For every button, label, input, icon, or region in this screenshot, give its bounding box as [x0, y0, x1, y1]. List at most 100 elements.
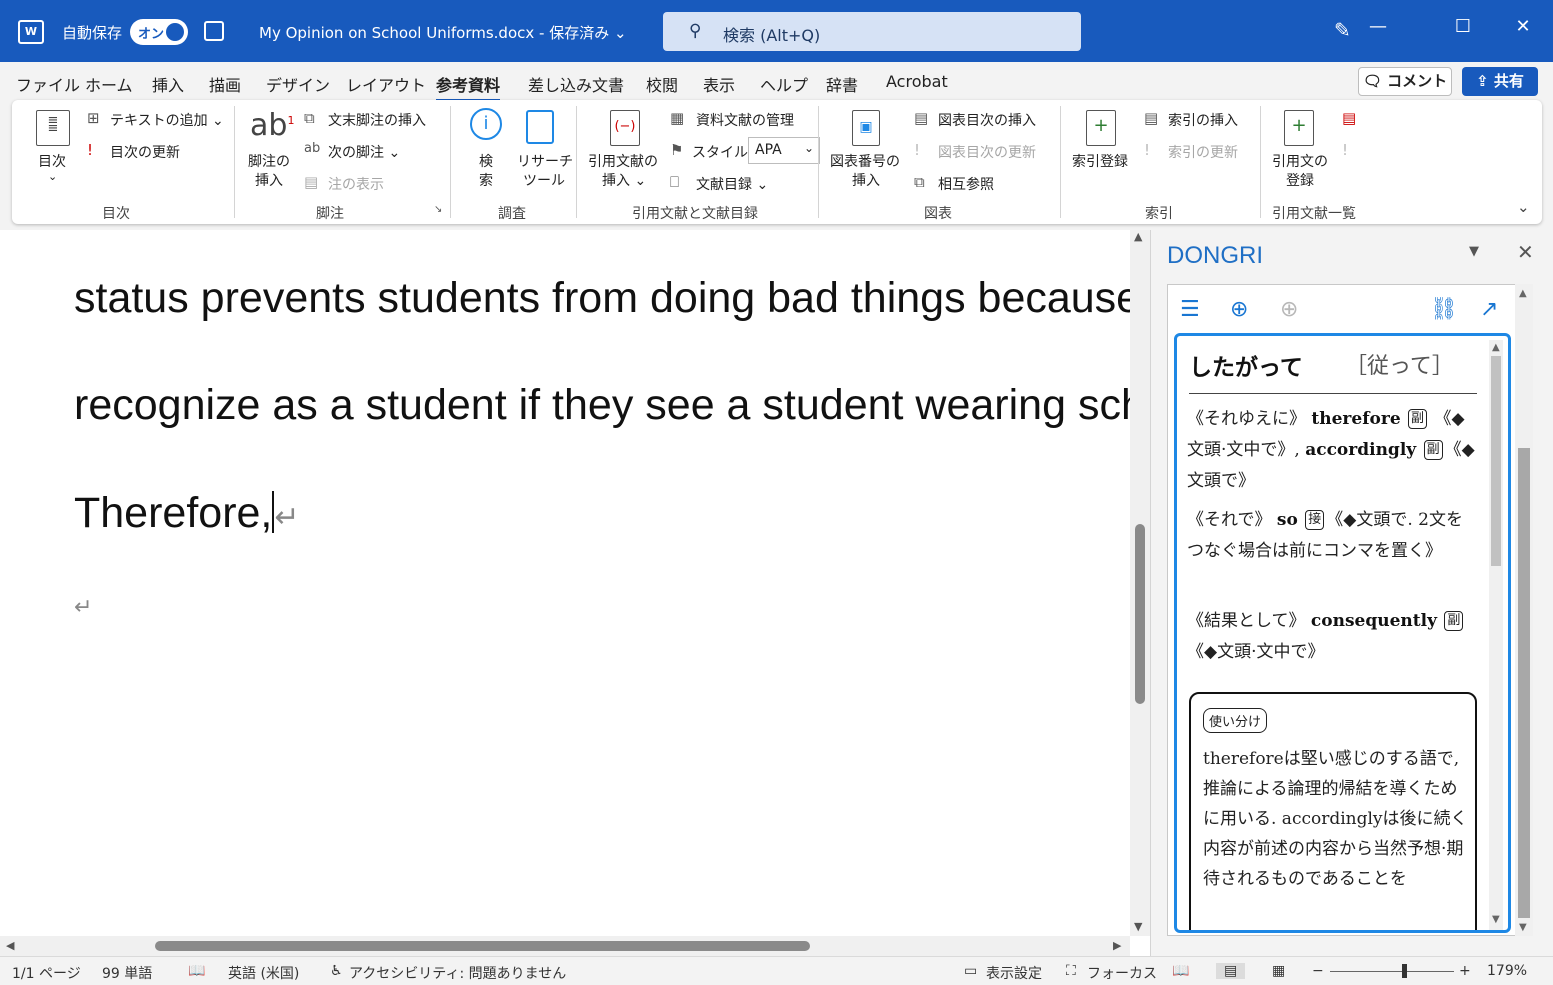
- sense-word[interactable]: accordingly: [1305, 440, 1416, 460]
- separator: [818, 106, 819, 218]
- update-toc-button[interactable]: 目次の更新: [110, 142, 180, 162]
- scroll-down-icon[interactable]: ▼: [1492, 914, 1500, 925]
- link-icon[interactable]: ⛓: [1430, 297, 1458, 322]
- zoom-slider[interactable]: [1330, 971, 1454, 972]
- add-text-button[interactable]: テキストの追加 ⌄: [110, 110, 224, 130]
- manage-sources-button[interactable]: 資料文献の管理: [696, 110, 794, 130]
- web-layout-icon[interactable]: ▦: [1272, 963, 1285, 979]
- zoom-slider-knob[interactable]: [1402, 964, 1407, 978]
- sense-word[interactable]: so: [1277, 510, 1298, 530]
- zoom-out-icon[interactable]: −: [1312, 963, 1324, 979]
- tab-draw[interactable]: 描画: [209, 72, 241, 96]
- tab-references[interactable]: 参考資料: [436, 72, 501, 102]
- zoom-level[interactable]: 179%: [1487, 963, 1527, 979]
- researcher-label-1[interactable]: リサーチ: [517, 151, 573, 171]
- researcher-label-2[interactable]: ツール: [523, 170, 565, 190]
- pane-scrollbar[interactable]: ▲ ▼: [1515, 284, 1533, 936]
- toc-dropdown-icon[interactable]: ⌄: [48, 170, 57, 183]
- insert-caption-label-2[interactable]: 挿入: [852, 170, 880, 190]
- scrollbar-thumb[interactable]: [155, 941, 810, 951]
- tab-acrobat[interactable]: Acrobat: [886, 72, 948, 91]
- scrollbar-thumb[interactable]: [1491, 356, 1501, 566]
- next-footnote-button[interactable]: 次の脚注 ⌄: [328, 142, 400, 162]
- read-mode-icon[interactable]: 📖: [1172, 963, 1189, 979]
- scroll-up-icon[interactable]: ▲: [1519, 288, 1527, 299]
- scroll-left-icon[interactable]: ◀: [6, 939, 14, 952]
- restore-button[interactable]: ☐: [1448, 16, 1478, 37]
- search-label-1[interactable]: 検: [479, 151, 493, 171]
- search-label-2[interactable]: 索: [479, 170, 493, 190]
- accessibility-status[interactable]: アクセシビリティ: 問題ありません: [349, 963, 566, 983]
- insert-tof-button[interactable]: 図表目次の挿入: [938, 110, 1036, 130]
- page-count[interactable]: 1/1 ページ: [12, 963, 81, 983]
- insert-toa-icon[interactable]: ▤: [1342, 109, 1356, 127]
- comment-button[interactable]: 🗨 コメント: [1358, 67, 1452, 96]
- tab-home[interactable]: ホーム: [85, 72, 133, 96]
- minimize-button[interactable]: —: [1363, 16, 1393, 37]
- insert-endnote-button[interactable]: 文末脚注の挿入: [328, 110, 426, 130]
- scroll-down-icon[interactable]: ▼: [1134, 920, 1142, 933]
- tab-help[interactable]: ヘルプ: [760, 72, 808, 96]
- proofing-icon[interactable]: 📖: [188, 963, 205, 979]
- save-icon[interactable]: [204, 21, 224, 41]
- focus-button[interactable]: フォーカス: [1087, 963, 1157, 983]
- scroll-down-icon[interactable]: ▼: [1519, 922, 1527, 933]
- collapse-list-icon[interactable]: ☰: [1180, 297, 1200, 322]
- scrollbar-thumb[interactable]: [1518, 448, 1530, 918]
- toc-button[interactable]: 目次: [38, 151, 66, 171]
- sense-1: 《それゆえに》 therefore 副 《◆文頭·文中で》, according…: [1187, 404, 1479, 497]
- entry-scrollbar[interactable]: ▲ ▼: [1489, 340, 1503, 930]
- scroll-right-icon[interactable]: ▶: [1113, 939, 1121, 952]
- document-horizontal-scrollbar[interactable]: ◀ ▶: [0, 936, 1130, 956]
- share-button[interactable]: ⇪ 共有: [1462, 67, 1538, 96]
- document-vertical-scrollbar[interactable]: ▲ ▼: [1130, 230, 1150, 936]
- separator: [1060, 106, 1061, 218]
- cross-reference-button[interactable]: 相互参照: [938, 174, 994, 194]
- insert-footnote-label-2[interactable]: 挿入: [255, 170, 283, 190]
- zoom-in-icon[interactable]: +: [1459, 963, 1471, 979]
- insert-citation-label-1[interactable]: 引用文献の: [588, 151, 658, 171]
- mark-citation-label-2[interactable]: 登録: [1286, 170, 1314, 190]
- scroll-up-icon[interactable]: ▲: [1492, 342, 1500, 353]
- insert-index-button[interactable]: 索引の挿入: [1168, 110, 1238, 130]
- footnote-dialog-launcher-icon[interactable]: ↘: [434, 204, 442, 215]
- pane-options-icon[interactable]: ▼: [1469, 244, 1479, 259]
- language-indicator[interactable]: 英語 (米国): [228, 963, 299, 983]
- scroll-up-icon[interactable]: ▲: [1134, 230, 1142, 243]
- tab-dictionary[interactable]: 辞書: [826, 72, 858, 96]
- word-count[interactable]: 99 単語: [102, 963, 152, 983]
- open-external-icon[interactable]: ↗: [1480, 297, 1498, 322]
- sense-2: 《それで》 so 接《◆文頭で. 2文をつなぐ場合は前にコンマを置く》: [1187, 505, 1479, 567]
- pane-close-icon[interactable]: ✕: [1517, 240, 1534, 264]
- insert-citation-icon: (−): [610, 110, 640, 146]
- tab-layout[interactable]: レイアウト: [346, 72, 426, 96]
- display-settings-button[interactable]: 表示設定: [986, 963, 1042, 983]
- mark-entry-button[interactable]: 索引登録: [1072, 151, 1128, 171]
- ribbon-collapse-icon[interactable]: ⌄: [1517, 198, 1530, 216]
- insert-index-icon: ▤: [1144, 109, 1159, 127]
- sense-word[interactable]: consequently: [1311, 611, 1437, 631]
- word-logo-icon[interactable]: W: [18, 20, 44, 44]
- document-canvas[interactable]: status prevents students from doing bad …: [0, 230, 1130, 936]
- tab-mailings[interactable]: 差し込み文書: [528, 72, 624, 96]
- tab-design[interactable]: デザイン: [266, 72, 330, 96]
- bibliography-button[interactable]: 文献目録 ⌄: [696, 174, 768, 194]
- scrollbar-thumb[interactable]: [1135, 524, 1145, 704]
- sense-word[interactable]: therefore: [1311, 409, 1400, 429]
- tab-insert[interactable]: 挿入: [152, 72, 184, 96]
- document-title[interactable]: My Opinion on School Uniforms.docx - 保存済…: [259, 22, 627, 43]
- autosave-toggle[interactable]: オン: [130, 19, 188, 45]
- print-layout-icon[interactable]: ▤: [1216, 963, 1246, 979]
- insert-footnote-label-1[interactable]: 脚注の: [248, 151, 290, 171]
- citation-style-select[interactable]: APA ⌄: [748, 137, 820, 164]
- search-box[interactable]: ⚲ 検索 (Alt+Q): [663, 12, 1081, 51]
- close-button[interactable]: ✕: [1508, 16, 1538, 37]
- previous-entry-icon[interactable]: ⊕: [1230, 297, 1248, 322]
- tab-file[interactable]: ファイル: [16, 72, 80, 96]
- tab-view[interactable]: 表示: [703, 72, 735, 96]
- insert-caption-label-1[interactable]: 図表番号の: [830, 151, 900, 171]
- tab-review[interactable]: 校閲: [646, 72, 678, 96]
- pen-icon[interactable]: ✎: [1334, 18, 1351, 42]
- mark-citation-label-1[interactable]: 引用文の: [1272, 151, 1328, 171]
- insert-citation-label-2[interactable]: 挿入 ⌄: [602, 170, 646, 190]
